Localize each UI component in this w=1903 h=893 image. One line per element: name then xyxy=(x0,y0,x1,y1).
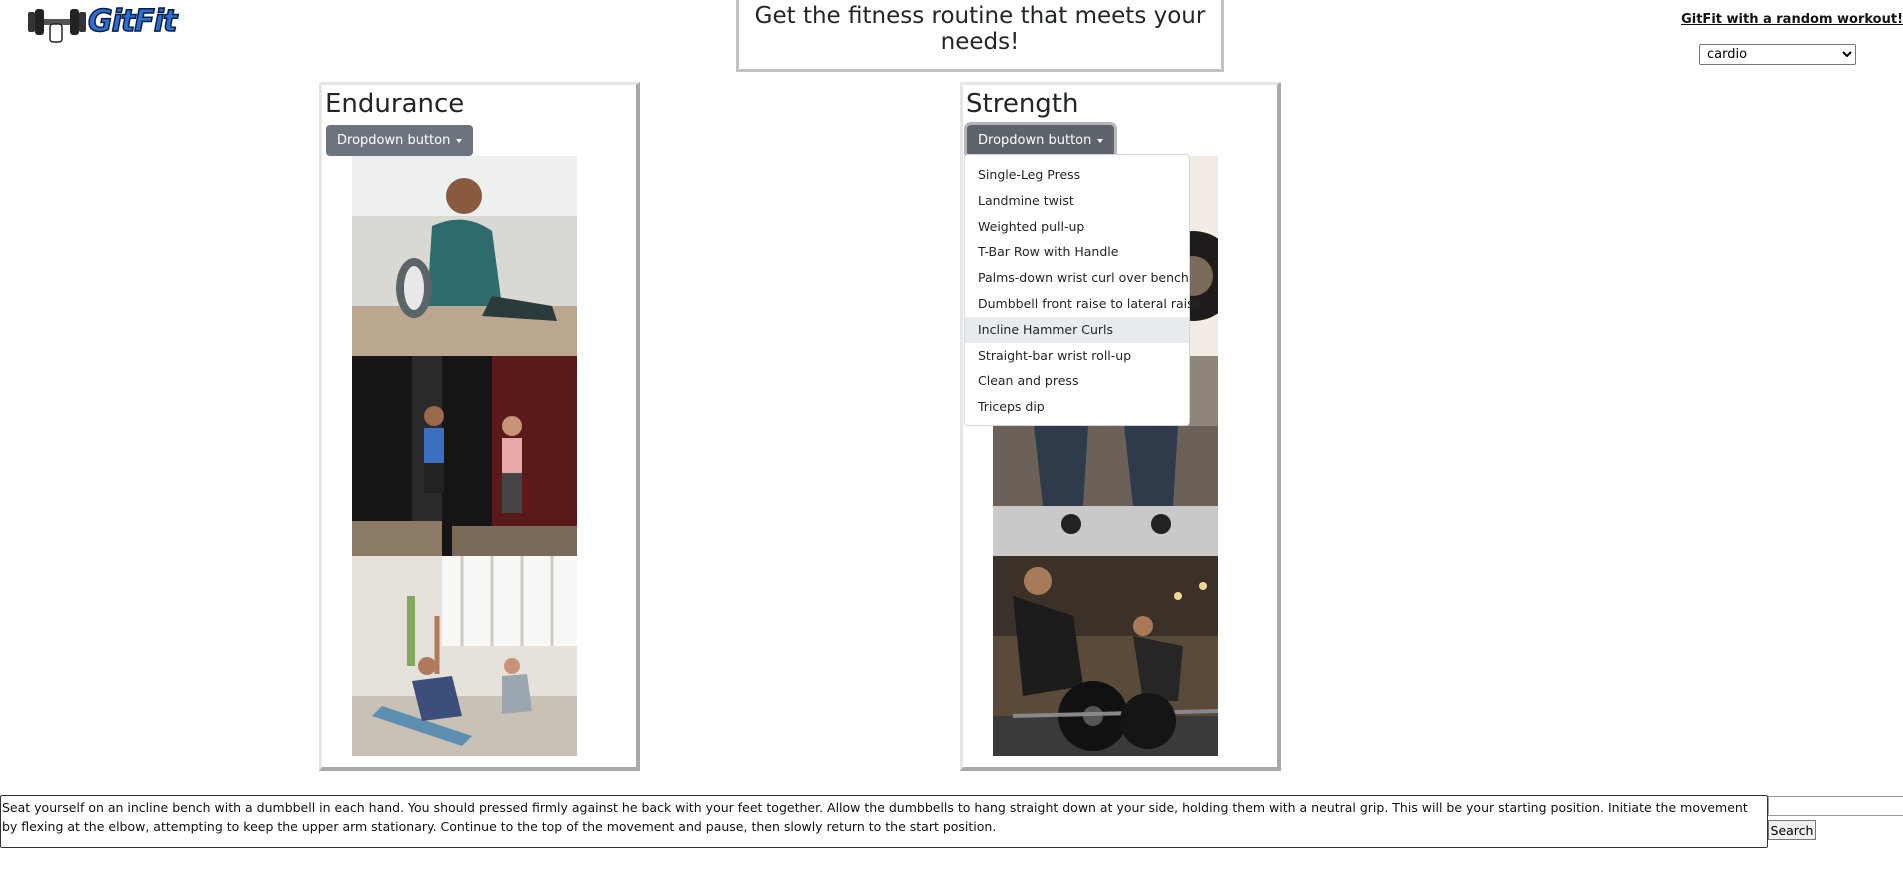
dropdown-item[interactable]: Single-Leg Press xyxy=(965,162,1189,188)
dropdown-item[interactable]: Weighted pull-up xyxy=(965,214,1189,240)
gitfit-logo[interactable]: GitFit xyxy=(26,3,186,46)
dumbbell-icon xyxy=(28,9,86,43)
page-headline: Get the fitness routine that meets your … xyxy=(754,3,1206,55)
endurance-title: Endurance xyxy=(325,89,465,119)
dropdown-button-label: Dropdown button xyxy=(337,133,451,148)
stretching-photo xyxy=(352,156,577,356)
strength-dropdown-menu: Single-Leg Press Landmine twist Weighted… xyxy=(964,154,1201,426)
caret-down-icon xyxy=(456,138,463,143)
dropdown-item[interactable]: Landmine twist xyxy=(965,188,1189,214)
barbell-deadlift-photo xyxy=(993,556,1218,756)
headline-box: Get the fitness routine that meets your … xyxy=(736,0,1224,72)
caret-down-icon xyxy=(1097,138,1104,143)
dropdown-item[interactable]: Palms-down wrist curl over bench xyxy=(965,265,1189,291)
strength-title: Strength xyxy=(966,89,1079,119)
dropdown-item-active[interactable]: Incline Hammer Curls xyxy=(965,316,1189,343)
random-workout-link[interactable]: GitFit with a random workout! xyxy=(1681,12,1903,27)
endurance-card: Endurance Dropdown button xyxy=(319,82,640,771)
dropdown-button-label: Dropdown button xyxy=(978,133,1092,148)
dropdown-item[interactable]: Clean and press xyxy=(965,368,1189,394)
dropdown-item[interactable]: Dumbbell front raise to lateral raise xyxy=(965,291,1201,317)
yoga-class-photo xyxy=(352,556,577,756)
dropdown-item[interactable]: Straight-bar wrist roll-up xyxy=(965,343,1189,369)
search-button[interactable]: Search xyxy=(1768,820,1816,840)
exercise-description: Seat yourself on an incline bench with a… xyxy=(0,795,1768,848)
dropdown-item[interactable]: Triceps dip xyxy=(965,394,1189,420)
logo-text: GitFit xyxy=(87,3,178,40)
strength-dropdown-button[interactable]: Dropdown button xyxy=(967,125,1115,156)
endurance-dropdown-button[interactable]: Dropdown button xyxy=(326,125,474,156)
dropdown-item[interactable]: T-Bar Row with Handle xyxy=(965,239,1189,265)
search-input[interactable] xyxy=(1768,796,1903,816)
random-workout-select[interactable]: cardio xyxy=(1699,44,1856,65)
box-jump-photo xyxy=(352,356,577,556)
